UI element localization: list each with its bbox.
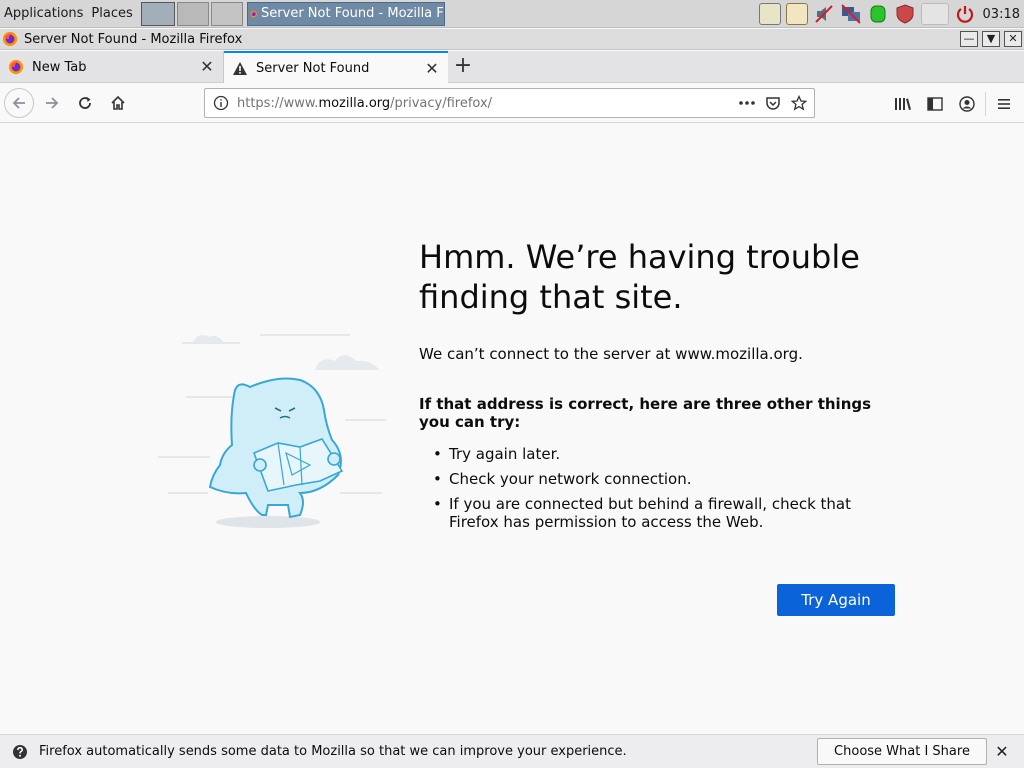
forward-button[interactable]: [37, 88, 67, 118]
minimize-button[interactable]: —: [960, 31, 978, 47]
sidebar-icon: [927, 96, 943, 111]
close-tab-icon[interactable]: ✕: [199, 59, 215, 75]
close-notification-icon[interactable]: ✕: [993, 743, 1011, 761]
choose-what-i-share-button[interactable]: Choose What I Share: [817, 738, 987, 765]
library-icon: [895, 97, 911, 110]
window-titlebar: Server Not Found - Mozilla Firefox — ▼ ✕: [0, 29, 1024, 50]
applications-menu[interactable]: Applications: [0, 6, 87, 21]
data-notification-bar: Firefox automatically sends some data to…: [0, 734, 1024, 768]
back-button[interactable]: [4, 88, 34, 118]
notification-text: Firefox automatically sends some data to…: [39, 744, 627, 759]
menu-button[interactable]: [988, 88, 1020, 120]
maximize-button[interactable]: ▼: [982, 31, 1000, 47]
url-domain: mozilla.org: [318, 95, 391, 111]
window-title: Server Not Found - Mozilla Firefox: [24, 31, 243, 47]
close-tab-icon[interactable]: ✕: [424, 60, 440, 77]
workspace-2[interactable]: [176, 1, 209, 26]
bookmark-button[interactable]: [786, 90, 812, 116]
error-suggestions-list: Try again later. Check your network conn…: [433, 445, 893, 538]
try-again-button[interactable]: Try Again: [777, 584, 895, 616]
system-tray: 03:18: [758, 0, 1024, 28]
url-text[interactable]: https://www.mozilla.org/privacy/firefox/: [237, 96, 734, 111]
warning-icon: [233, 61, 247, 75]
error-description: We can’t connect to the server at www.mo…: [419, 345, 803, 363]
clock: 03:18: [982, 6, 1020, 22]
close-window-button[interactable]: ✕: [1004, 31, 1022, 47]
url-prefix: https://www.: [237, 95, 319, 111]
toolbar-separator: [985, 91, 986, 116]
blank-icon[interactable]: [920, 3, 949, 25]
error-title: Hmm. We’re having trouble finding that s…: [419, 238, 860, 316]
workspace-3[interactable]: [210, 1, 243, 26]
url-path: /privacy/firefox/: [390, 95, 493, 111]
forward-arrow-icon: [46, 97, 59, 109]
tab-label: New Tab: [32, 59, 87, 75]
system-taskbar: Applications Places Server Not Found - M…: [0, 0, 1024, 28]
database-icon[interactable]: [867, 3, 889, 25]
notes-icon[interactable]: [758, 3, 781, 25]
help-icon: [13, 744, 27, 759]
home-icon: [111, 95, 125, 110]
list-item: If you are connected but behind a firewa…: [433, 495, 893, 531]
list-item: Try again later.: [433, 445, 893, 463]
reload-icon: [79, 97, 91, 109]
star-icon: [791, 95, 807, 111]
mute-icon[interactable]: [813, 3, 835, 25]
taskbar-firefox-window[interactable]: Server Not Found - Mozilla F: [246, 1, 445, 26]
home-button[interactable]: [103, 88, 133, 118]
pocket-icon: [766, 97, 780, 110]
info-icon[interactable]: [213, 95, 229, 111]
tab-label: Server Not Found: [256, 61, 370, 76]
workspace-1[interactable]: [140, 1, 175, 26]
places-menu[interactable]: Places: [87, 6, 136, 21]
pocket-button[interactable]: [760, 90, 786, 116]
sidebar-button[interactable]: [919, 88, 951, 120]
navigation-toolbar: https://www.mozilla.org/privacy/firefox/: [0, 84, 1024, 123]
firefox-icon: [250, 10, 257, 17]
tab-server-not-found[interactable]: Server Not Found ✕: [224, 51, 448, 84]
list-item: Check your network connection.: [433, 470, 893, 488]
power-icon[interactable]: [954, 3, 976, 25]
more-horizontal-icon: [739, 101, 755, 105]
hamburger-menu-icon: [998, 98, 1010, 109]
error-suggestions-heading: If that address is correct, here are thr…: [419, 395, 872, 431]
firefox-icon: [8, 59, 24, 75]
back-arrow-icon: [12, 97, 25, 109]
url-bar[interactable]: https://www.mozilla.org/privacy/firefox/: [204, 88, 815, 118]
network-disconnected-icon[interactable]: [840, 3, 862, 25]
shield-icon[interactable]: [894, 3, 916, 25]
page-actions-button[interactable]: [734, 90, 760, 116]
library-button[interactable]: [887, 88, 919, 120]
new-tab-button[interactable]: +: [448, 51, 478, 83]
error-illustration: [158, 334, 386, 528]
account-icon: [959, 95, 975, 112]
tab-new-tab[interactable]: New Tab ✕: [0, 51, 224, 83]
taskbar-window-title: Server Not Found - Mozilla F: [261, 6, 444, 21]
reload-button[interactable]: [70, 88, 100, 118]
account-button[interactable]: [951, 88, 983, 120]
firefox-icon: [2, 31, 18, 47]
tab-strip: New Tab ✕ Server Not Found ✕ +: [0, 51, 1024, 84]
clipboard-icon[interactable]: [785, 3, 808, 25]
